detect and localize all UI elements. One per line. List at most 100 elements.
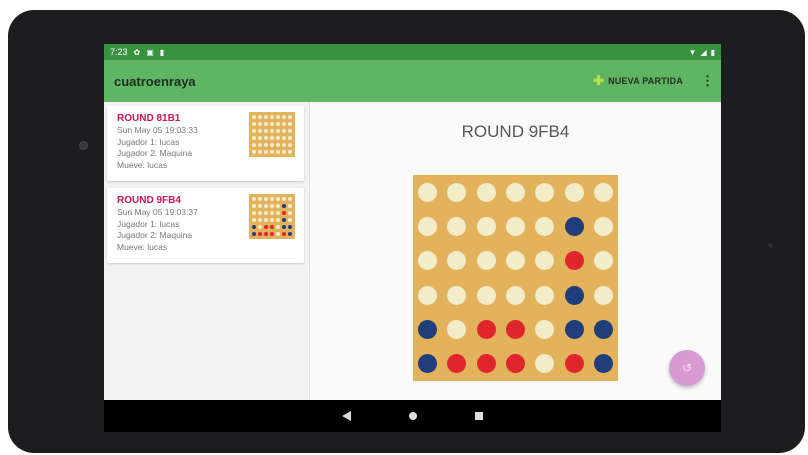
thumb-cell <box>269 225 274 229</box>
thumb-cell <box>288 122 293 126</box>
light-sensor <box>768 243 773 248</box>
board-cell[interactable] <box>564 320 584 339</box>
undo-button[interactable]: ↺ <box>669 350 705 386</box>
thumb-cell <box>269 197 274 201</box>
board-cell[interactable] <box>418 182 438 202</box>
thumb-cell <box>269 232 274 236</box>
thumb-cell <box>288 225 293 229</box>
board-cell[interactable] <box>447 354 467 374</box>
thumb-cell <box>263 204 268 208</box>
home-icon[interactable] <box>409 412 417 420</box>
thumb-cell <box>269 211 274 215</box>
thumb-cell <box>288 136 293 140</box>
thumb-cell <box>263 136 268 140</box>
board-cell[interactable] <box>564 354 584 374</box>
board-cell[interactable] <box>564 217 584 236</box>
board-cell[interactable] <box>418 217 438 236</box>
board-cell[interactable] <box>535 251 555 271</box>
thumb-cell <box>257 211 262 215</box>
board-cell[interactable] <box>593 217 613 236</box>
back-icon[interactable] <box>342 411 351 421</box>
thumb-cell <box>257 225 262 229</box>
board-cell[interactable] <box>564 285 584 305</box>
board-cell[interactable] <box>506 217 525 236</box>
thumb-cell <box>276 232 281 236</box>
board-cell[interactable] <box>593 285 613 305</box>
thumb-cell <box>257 143 262 147</box>
board-cell[interactable] <box>593 320 613 339</box>
game-thumbnail <box>249 112 295 157</box>
navigation-bar <box>104 400 721 432</box>
board-cell[interactable] <box>593 182 613 202</box>
thumb-cell <box>263 197 268 201</box>
board-cell[interactable] <box>535 182 555 202</box>
board-cell[interactable] <box>535 217 555 236</box>
board-cell[interactable] <box>447 217 467 236</box>
status-bar: 7:23 ✿ ▣ ▮ ▼ ◢ ▮ <box>104 44 721 60</box>
thumb-cell <box>251 129 256 133</box>
board-cell[interactable] <box>535 320 555 339</box>
board-cell[interactable] <box>447 182 467 202</box>
game-card-81b1[interactable]: ROUND 81B1 Sun May 05 19:03:33 Jugador 1… <box>107 106 304 181</box>
thumb-cell <box>276 225 281 229</box>
board-cell[interactable] <box>447 320 467 339</box>
board-cell[interactable] <box>535 285 555 305</box>
thumb-cell <box>282 115 287 119</box>
thumb-cell <box>276 218 281 222</box>
board-cell[interactable] <box>418 285 438 305</box>
board-cell[interactable] <box>593 354 613 374</box>
thumb-cell <box>263 211 268 215</box>
thumb-cell <box>251 211 256 215</box>
recents-icon[interactable] <box>475 412 483 420</box>
thumb-cell <box>257 115 262 119</box>
thumb-cell <box>288 150 293 154</box>
board-cell[interactable] <box>535 354 555 374</box>
board-cell[interactable] <box>447 285 467 305</box>
more-vert-icon[interactable]: ⋮ <box>701 73 714 89</box>
thumb-cell <box>263 122 268 126</box>
thumb-cell <box>288 143 293 147</box>
board-cell[interactable] <box>447 251 467 271</box>
board-cell[interactable] <box>506 285 525 305</box>
thumb-cell <box>276 197 281 201</box>
board-cell[interactable] <box>418 320 438 339</box>
game-board[interactable] <box>413 175 618 381</box>
thumb-cell <box>263 150 268 154</box>
battery-icon: ▮ <box>710 47 715 57</box>
board-cell[interactable] <box>593 251 613 271</box>
board-cell[interactable] <box>476 251 496 271</box>
thumb-cell <box>269 129 274 133</box>
board-cell[interactable] <box>506 320 525 339</box>
thumb-cell <box>288 197 293 201</box>
thumb-cell <box>282 204 287 208</box>
board-cell[interactable] <box>476 320 496 339</box>
board-cell[interactable] <box>476 285 496 305</box>
thumb-cell <box>257 129 262 133</box>
board-cell[interactable] <box>418 251 438 271</box>
board-cell[interactable] <box>476 354 496 374</box>
round-title: ROUND 9FB4 <box>461 122 570 141</box>
thumb-cell <box>269 143 274 147</box>
thumb-cell <box>282 197 287 201</box>
thumb-cell <box>257 136 262 140</box>
board-cell[interactable] <box>418 354 438 374</box>
thumb-cell <box>276 129 281 133</box>
thumb-cell <box>251 197 256 201</box>
plus-icon: ✚ <box>593 73 605 88</box>
board-cell[interactable] <box>476 217 496 236</box>
device-screen: 7:23 ✿ ▣ ▮ ▼ ◢ ▮ cuatroenraya ✚ NUEVA PA… <box>104 44 721 432</box>
board-cell[interactable] <box>506 251 525 271</box>
thumb-cell <box>269 136 274 140</box>
game-card-9fb4[interactable]: ROUND 9FB4 Sun May 05 19:03:37 Jugador 1… <box>107 188 304 263</box>
thumb-cell <box>288 218 293 222</box>
wifi-icon: ▼ <box>688 47 697 57</box>
thumb-cell <box>251 122 256 126</box>
board-cell[interactable] <box>564 182 584 202</box>
board-cell[interactable] <box>506 182 525 202</box>
thumb-cell <box>263 225 268 229</box>
board-cell[interactable] <box>476 182 496 202</box>
board-cell[interactable] <box>564 251 584 271</box>
thumb-cell <box>269 218 274 222</box>
new-game-button[interactable]: ✚ NUEVA PARTIDA <box>593 73 683 89</box>
board-cell[interactable] <box>506 354 525 374</box>
